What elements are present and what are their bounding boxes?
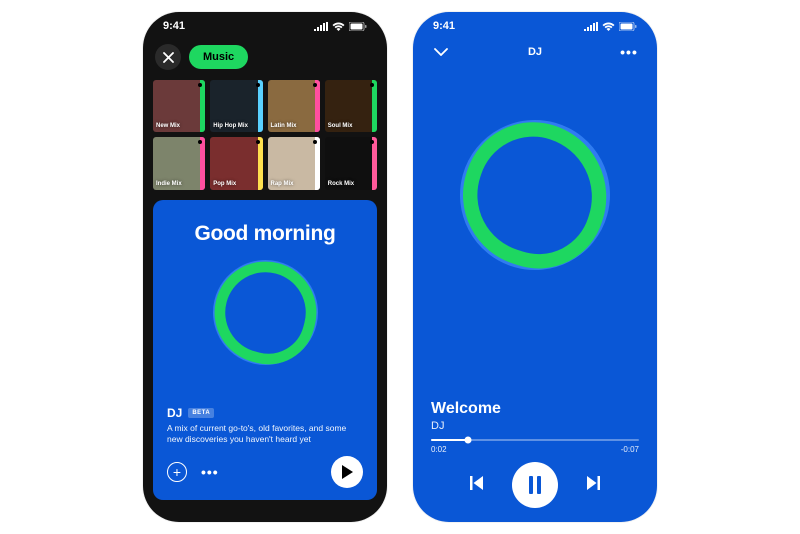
progress-thumb[interactable] <box>465 436 472 443</box>
mix-tile-label: Soul Mix <box>328 123 353 129</box>
mix-tile[interactable]: Latin Mix <box>268 80 320 132</box>
player-header: DJ ••• <box>413 40 657 64</box>
mix-tile[interactable]: Rap Mix <box>268 137 320 189</box>
wifi-icon <box>332 22 345 31</box>
status-bar: 9:41 <box>143 12 387 40</box>
pause-icon <box>527 476 543 494</box>
more-icon: ••• <box>620 44 638 60</box>
track-meta: Welcome DJ <box>431 400 639 432</box>
track-artist: DJ <box>431 420 639 432</box>
dj-orb-icon <box>460 120 610 270</box>
close-button[interactable] <box>155 44 181 70</box>
mix-tile[interactable]: Pop Mix <box>210 137 262 189</box>
battery-icon <box>349 22 367 31</box>
signal-icon <box>314 22 328 31</box>
home-header: Music <box>143 40 387 80</box>
mix-tile-label: Latin Mix <box>271 123 297 129</box>
signal-icon <box>584 22 598 31</box>
track-title: Welcome <box>431 400 639 418</box>
play-icon <box>341 465 353 479</box>
battery-icon <box>619 22 637 31</box>
mix-tile-label: Indie Mix <box>156 181 182 187</box>
mix-grid: New Mix Hip Hop Mix Latin Mix Soul Mix Indie… <box>143 80 387 190</box>
status-indicators <box>584 22 637 31</box>
progress-area: 0:02 -0:07 <box>431 439 639 455</box>
player-more-button[interactable]: ••• <box>617 44 641 60</box>
mix-tile[interactable]: New Mix <box>153 80 205 132</box>
skip-previous-icon <box>466 473 486 493</box>
mix-tile[interactable]: Indie Mix <box>153 137 205 189</box>
play-button[interactable] <box>331 456 363 488</box>
next-button[interactable] <box>584 473 604 498</box>
beta-badge: BETA <box>188 408 214 418</box>
wifi-icon <box>602 22 615 31</box>
status-time: 9:41 <box>433 20 455 32</box>
player-header-title: DJ <box>528 46 542 58</box>
mix-tile[interactable]: Soul Mix <box>325 80 377 132</box>
more-options-button[interactable]: ••• <box>201 464 219 480</box>
status-indicators <box>314 22 367 31</box>
progress-bar[interactable] <box>431 439 639 442</box>
greeting-title: Good morning <box>167 222 363 246</box>
add-button[interactable]: + <box>167 462 187 482</box>
dj-card[interactable]: Good morning DJ BETA A mix of current go… <box>153 200 377 500</box>
phone-home-screen: 9:41 Music New Mix Hip Hop Mix Latin Mix So… <box>143 12 387 522</box>
plus-icon: + <box>167 462 187 482</box>
phone-player-screen: 9:41 DJ ••• Welcome DJ 0:02 -0: <box>413 12 657 522</box>
time-elapsed: 0:02 <box>431 445 447 454</box>
collapse-button[interactable] <box>429 48 453 56</box>
status-bar: 9:41 <box>413 12 657 40</box>
skip-next-icon <box>584 473 604 493</box>
dj-card-title: DJ <box>167 406 182 420</box>
status-time: 9:41 <box>163 20 185 32</box>
dj-orb-icon <box>213 260 318 365</box>
mix-tile[interactable]: Hip Hop Mix <box>210 80 262 132</box>
music-filter-chip[interactable]: Music <box>189 45 248 69</box>
time-remaining: -0:07 <box>621 445 639 454</box>
mix-tile-label: Rap Mix <box>271 181 294 187</box>
mix-tile-label: Rock Mix <box>328 181 354 187</box>
dj-card-description: A mix of current go-to's, old favorites,… <box>167 423 363 446</box>
mix-tile-label: Hip Hop Mix <box>213 123 248 129</box>
chevron-down-icon <box>434 48 448 56</box>
mix-tile[interactable]: Rock Mix <box>325 137 377 189</box>
mix-tile-label: Pop Mix <box>213 181 236 187</box>
pause-button[interactable] <box>512 462 558 508</box>
more-icon: ••• <box>201 464 219 480</box>
close-icon <box>163 52 174 63</box>
mix-tile-label: New Mix <box>156 123 180 129</box>
previous-button[interactable] <box>466 473 486 498</box>
player-controls <box>413 462 657 508</box>
